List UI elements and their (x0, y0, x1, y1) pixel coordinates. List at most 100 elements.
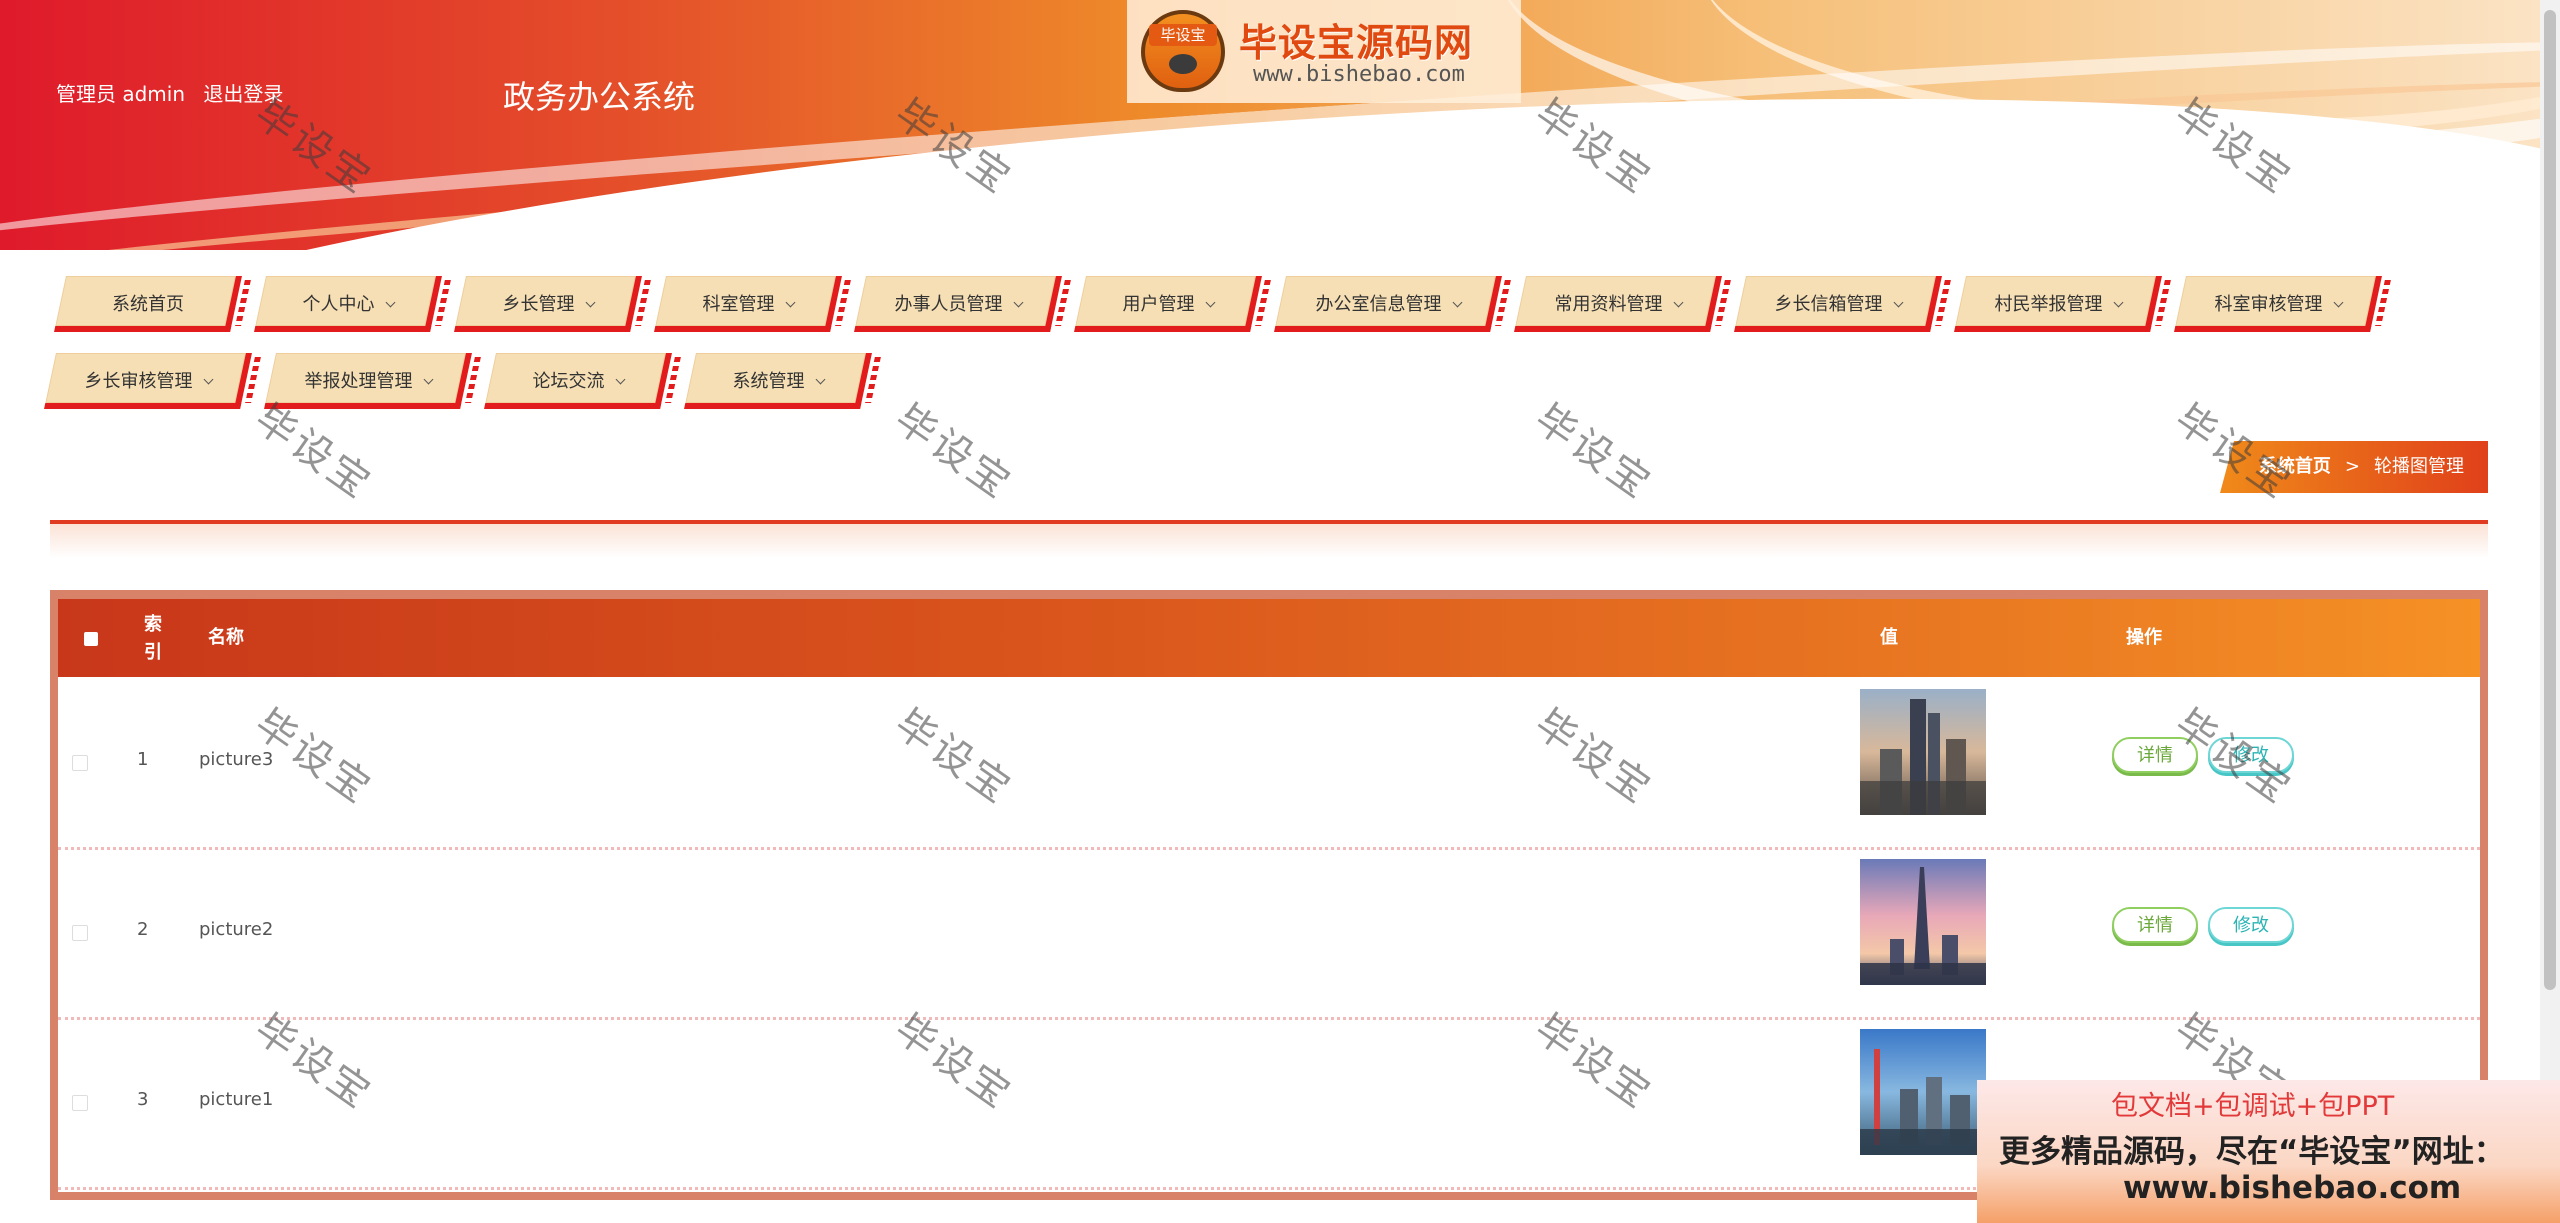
chevron-down-icon (585, 297, 595, 308)
row-checkbox[interactable] (72, 755, 88, 771)
nav-item-text: 乡长信箱管理 (1774, 294, 1883, 315)
site-logo: 毕设宝 毕设宝源码网 www.bishebao.com (1127, 0, 1521, 103)
nav-item-label: 乡长管理 (460, 276, 636, 334)
ad-banner[interactable]: 包文档+包调试+包PPT 更多精品源码，尽在“毕设宝”网址： www.bishe… (1977, 1080, 2560, 1223)
nav-item-label: 乡长审核管理 (50, 353, 246, 411)
nav-item-text: 常用资料管理 (1554, 294, 1663, 315)
nav-item-office-info[interactable]: 办公室信息管理 (1274, 276, 1511, 334)
nav-item-label: 系统首页 (60, 276, 236, 334)
column-header-index: 索引 (144, 614, 162, 663)
nav-item-text: 用户管理 (1122, 294, 1195, 315)
logo-name: 毕设宝源码网 (1239, 21, 1474, 65)
edit-button[interactable]: 修改 (2208, 907, 2294, 943)
nav-item-text: 村民举报管理 (1994, 294, 2103, 315)
divider-shadow (50, 524, 2488, 558)
admin-label: 管理员 admin (56, 82, 186, 106)
nav-item-label: 办公室信息管理 (1280, 276, 1496, 334)
logout-link[interactable]: 退出登录 (203, 82, 283, 106)
nav-item-chief-review[interactable]: 乡长审核管理 (44, 353, 261, 411)
column-header-value: 值 (1880, 627, 1898, 648)
row-checkbox[interactable] (72, 1095, 88, 1111)
row-checkbox[interactable] (72, 925, 88, 941)
nav-item-label: 村民举报管理 (1960, 276, 2156, 334)
header-banner: 管理员 admin 退出登录 政务办公系统 毕设宝 毕设宝源码网 www.bis… (0, 0, 2540, 250)
chevron-down-icon (1893, 297, 1903, 308)
nav-item-label: 办事人员管理 (860, 276, 1056, 334)
nav-item-forum[interactable]: 论坛交流 (484, 353, 681, 411)
chevron-down-icon (1205, 297, 1215, 308)
vertical-scrollbar[interactable] (2540, 0, 2560, 1223)
carousel-image (1860, 689, 1986, 815)
nav-item-text: 个人中心 (302, 294, 375, 315)
watermark: 毕设宝 (886, 395, 1021, 509)
chevron-down-icon (385, 297, 395, 308)
nav-item-label: 乡长信箱管理 (1740, 276, 1936, 334)
chevron-down-icon (1452, 297, 1462, 308)
watermark: 毕设宝 (1526, 395, 1661, 509)
detail-button[interactable]: 详情 (2112, 907, 2198, 943)
breadcrumb-home[interactable]: 系统首页 (2259, 456, 2331, 477)
nav-item-report-handling[interactable]: 举报处理管理 (264, 353, 481, 411)
nav-item-dept-review[interactable]: 科室审核管理 (2174, 276, 2391, 334)
nav-item-chief-mailbox[interactable]: 乡长信箱管理 (1734, 276, 1951, 334)
system-title: 政务办公系统 (503, 78, 696, 116)
logo-url: www.bishebao.com (1253, 62, 1465, 87)
nav-item-label: 科室审核管理 (2180, 276, 2376, 334)
column-header-actions: 操作 (2126, 627, 2162, 648)
scrollbar-thumb[interactable] (2544, 10, 2556, 990)
chevron-down-icon (615, 374, 625, 385)
nav-item-staff[interactable]: 办事人员管理 (854, 276, 1071, 334)
breadcrumb-separator: > (2344, 456, 2360, 477)
row-index: 3 (137, 1089, 149, 1110)
nav-item-home[interactable]: 系统首页 (54, 276, 251, 334)
detail-button[interactable]: 详情 (2112, 737, 2198, 773)
carousel-image (1860, 1029, 1986, 1155)
nav-item-department[interactable]: 科室管理 (654, 276, 851, 334)
ad-line-1: 包文档+包调试+包PPT (2111, 1091, 2395, 1122)
logo-badge: 毕设宝 (1149, 24, 1217, 46)
nav-item-label: 系统管理 (690, 353, 866, 411)
select-all-checkbox[interactable] (84, 632, 98, 646)
nav-item-common-docs[interactable]: 常用资料管理 (1514, 276, 1731, 334)
nav-item-text: 科室审核管理 (2214, 294, 2323, 315)
nav-item-text: 科室管理 (702, 294, 775, 315)
chevron-down-icon (203, 374, 213, 385)
nav-item-label: 论坛交流 (490, 353, 666, 411)
chevron-down-icon (2333, 297, 2343, 308)
table-row: 1 picture3 详情 修改 (58, 677, 2480, 850)
nav-item-label: 用户管理 (1080, 276, 1256, 334)
row-name: picture1 (199, 1089, 274, 1110)
breadcrumb-current: 轮播图管理 (2374, 456, 2464, 477)
nav-item-text: 举报处理管理 (304, 371, 413, 392)
nav-item-personal-center[interactable]: 个人中心 (254, 276, 451, 334)
nav-item-users[interactable]: 用户管理 (1074, 276, 1271, 334)
nav-item-label: 常用资料管理 (1520, 276, 1716, 334)
row-name: picture3 (199, 749, 274, 770)
breadcrumb: 系统首页 > 轮播图管理 (2220, 441, 2488, 493)
nav-item-text: 系统首页 (112, 294, 184, 315)
row-index: 2 (137, 919, 149, 940)
chevron-down-icon (2113, 297, 2123, 308)
chevron-down-icon (785, 297, 795, 308)
nav-item-label: 举报处理管理 (270, 353, 466, 411)
ad-line-2: 更多精品源码，尽在“毕设宝”网址： (1999, 1134, 2505, 1170)
chevron-down-icon (1013, 297, 1023, 308)
nav-item-system[interactable]: 系统管理 (684, 353, 881, 411)
nav-item-label: 科室管理 (660, 276, 836, 334)
carousel-image (1860, 859, 1986, 985)
chevron-down-icon (423, 374, 433, 385)
nav-item-text: 办事人员管理 (894, 294, 1003, 315)
logo-eye (1169, 54, 1197, 74)
nav-item-villager-report[interactable]: 村民举报管理 (1954, 276, 2171, 334)
nav-item-text: 系统管理 (732, 371, 805, 392)
column-header-name: 名称 (208, 627, 244, 648)
nav-item-text: 办公室信息管理 (1315, 294, 1442, 315)
nav-item-label: 个人中心 (260, 276, 436, 334)
edit-button[interactable]: 修改 (2208, 737, 2294, 773)
logo-mascot-icon: 毕设宝 (1141, 10, 1225, 92)
table-header: 索引 名称 值 操作 (58, 599, 2480, 677)
chevron-down-icon (815, 374, 825, 385)
ad-line-3: www.bishebao.com (2123, 1170, 2462, 1206)
nav-item-township-chief[interactable]: 乡长管理 (454, 276, 651, 334)
chevron-down-icon (1673, 297, 1683, 308)
